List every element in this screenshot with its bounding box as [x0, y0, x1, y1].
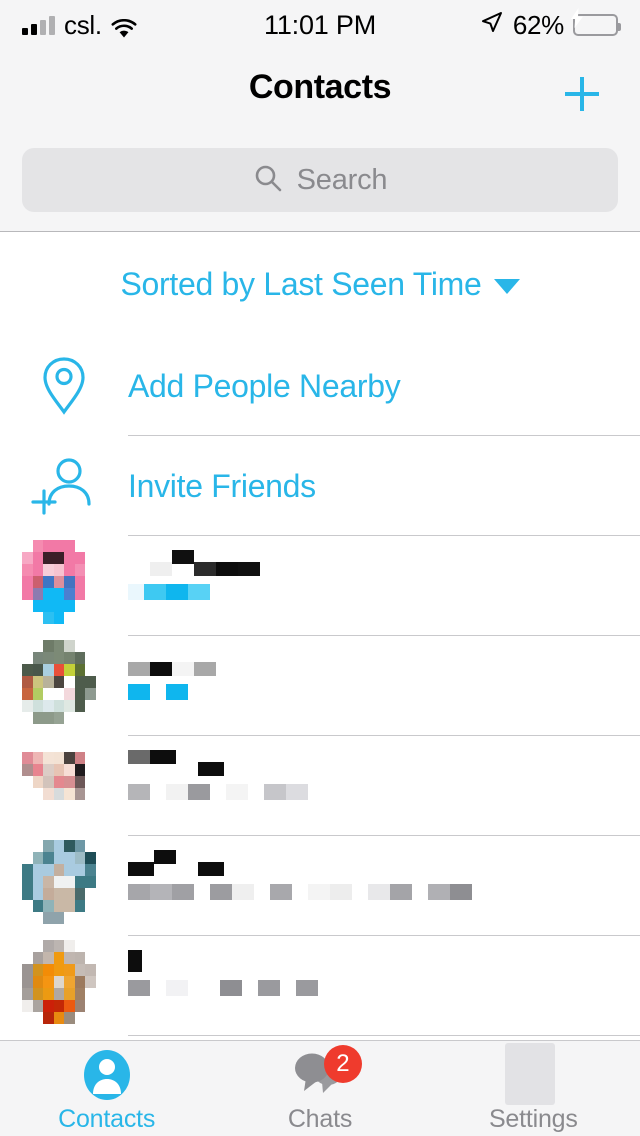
tab-chats[interactable]: 2 Chats: [213, 1041, 426, 1136]
chats-badge: 2: [324, 1045, 362, 1083]
avatar-wrapper: [0, 836, 128, 924]
contact-status-redacted: [128, 584, 640, 600]
avatar: [22, 740, 106, 824]
chevron-down-icon: [494, 279, 520, 294]
add-people-nearby-label: Add People Nearby: [128, 368, 400, 405]
contact-name-redacted: [128, 650, 640, 676]
contact-text: [128, 536, 640, 600]
clock-label: 11:01 PM: [0, 10, 640, 41]
avatar: [22, 840, 106, 924]
contact-status-redacted: [128, 884, 640, 900]
search-placeholder: Search: [297, 164, 388, 197]
contact-name-redacted: [128, 950, 640, 972]
invite-friends-row[interactable]: Invite Friends: [0, 436, 640, 536]
contacts-screen: csl. 11:01 PM 62% Contacts Search Sorted…: [0, 0, 640, 1136]
add-people-nearby-row[interactable]: Add People Nearby: [0, 336, 640, 436]
contact-row[interactable]: [0, 636, 640, 736]
contact-name-redacted: [128, 750, 640, 776]
invite-friends-label: Invite Friends: [128, 468, 316, 505]
chat-bubbles-icon: 2: [292, 1049, 348, 1101]
contact-status-redacted: [128, 684, 640, 700]
contact-text: [128, 836, 640, 900]
avatar-wrapper: [0, 736, 128, 824]
battery-charging-icon: [573, 14, 618, 36]
avatar: [22, 540, 106, 624]
contact-text: [128, 936, 640, 996]
avatar-wrapper: [0, 536, 128, 624]
person-filled-icon: [79, 1049, 135, 1101]
person-add-icon: [0, 454, 128, 518]
settings-placeholder-icon: [505, 1049, 561, 1101]
avatar: [22, 940, 106, 1024]
contact-rows-container: [0, 536, 640, 1036]
contact-row[interactable]: [0, 936, 640, 1036]
search-icon: [253, 163, 283, 198]
contact-status-redacted: [128, 980, 640, 996]
avatar-wrapper: [0, 636, 128, 724]
avatar: [22, 640, 106, 724]
sort-selector[interactable]: Sorted by Last Seen Time: [0, 232, 640, 336]
map-pin-icon: [0, 354, 128, 418]
contact-name-redacted: [128, 550, 640, 576]
tab-contacts-label: Contacts: [58, 1105, 155, 1134]
avatar-wrapper: [0, 936, 128, 1024]
tab-bar: Contacts 2 Chats Settings: [0, 1040, 640, 1136]
contact-text: [128, 736, 640, 800]
tab-contacts[interactable]: Contacts: [0, 1041, 213, 1136]
navigation-bar: Contacts Search: [0, 50, 640, 232]
tab-settings-label: Settings: [489, 1105, 578, 1134]
tab-chats-label: Chats: [288, 1105, 352, 1134]
search-input[interactable]: Search: [22, 148, 618, 212]
page-title: Contacts: [0, 50, 640, 107]
contact-row[interactable]: [0, 536, 640, 636]
contact-row[interactable]: [0, 736, 640, 836]
status-bar: csl. 11:01 PM 62%: [0, 0, 640, 50]
contacts-list[interactable]: Sorted by Last Seen Time Add People Near…: [0, 232, 640, 1040]
contact-name-redacted: [128, 850, 640, 876]
contact-row[interactable]: [0, 836, 640, 936]
tab-settings[interactable]: Settings: [427, 1041, 640, 1136]
row-separator: [128, 1035, 640, 1036]
sort-label: Sorted by Last Seen Time: [120, 266, 481, 303]
contact-text: [128, 636, 640, 700]
contact-status-redacted: [128, 784, 640, 800]
add-contact-button[interactable]: [556, 68, 608, 120]
